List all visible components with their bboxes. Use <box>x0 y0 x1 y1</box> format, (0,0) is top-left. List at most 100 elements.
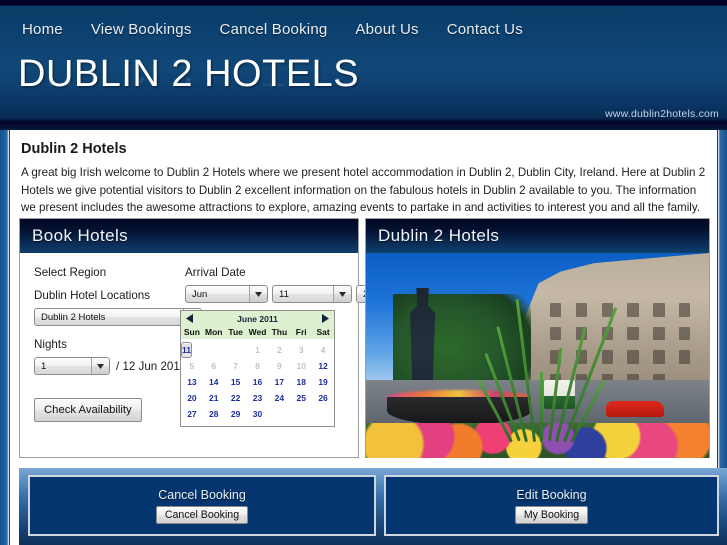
hotel-location-select[interactable]: Dublin 2 Hotels <box>34 308 202 326</box>
calendar-day[interactable]: 19 <box>312 374 334 390</box>
site-logo-reflection: DUBLIN 2 HOTELS <box>18 78 359 94</box>
date-picker-calendar: June 2011 Sun Mon Tue Wed Thu Fri Sat 12345678… <box>180 310 335 427</box>
photo-window <box>679 350 691 364</box>
calendar-day: 3 <box>298 345 304 355</box>
calendar-day-name: Mon <box>205 327 223 337</box>
book-hotels-panel-header: Book Hotels <box>20 219 358 253</box>
photo-window <box>627 303 639 317</box>
calendar-day-grid: 1 2 3 4 5 6 7 8 9 10 11 12 13 14 15 16 17 18 19 20 21 22 23 24 2… <box>181 339 334 426</box>
calendar-day: 7 <box>233 361 238 371</box>
dublin-hotels-image-panel: Dublin 2 Hotels <box>365 218 710 458</box>
intro-paragraph: A great big Irish welcome to Dublin 2 Ho… <box>21 166 706 214</box>
nights-select[interactable]: 1 <box>34 357 110 375</box>
calendar-day-name: Wed <box>248 327 267 337</box>
photo-window <box>653 350 665 364</box>
calendar-day[interactable]: 18 <box>290 374 312 390</box>
photo-window <box>627 326 639 341</box>
site-header: Home View Bookings Cancel Booking About … <box>0 0 727 130</box>
calendar-empty-cell <box>225 342 247 358</box>
calendar-title: June 2011 <box>237 313 278 324</box>
calendar-day[interactable]: 15 <box>225 374 247 390</box>
calendar-day[interactable]: 24 <box>268 390 290 406</box>
photo-window <box>601 350 613 364</box>
arrival-month-select[interactable]: Jun <box>185 285 268 303</box>
page-title: Dublin 2 Hotels <box>21 141 127 157</box>
nav-item-about-us[interactable]: About Us <box>355 21 418 38</box>
nav-item-cancel-booking[interactable]: Cancel Booking <box>220 21 328 38</box>
calendar-day[interactable]: 26 <box>312 390 334 406</box>
calendar-day-name: Fri <box>295 327 307 337</box>
cancel-booking-card-title: Cancel Booking <box>158 487 246 502</box>
arrival-day-value: 11 <box>279 288 289 300</box>
calendar-day[interactable]: 25 <box>290 390 312 406</box>
calendar-day[interactable]: 17 <box>268 374 290 390</box>
calendar-day-selected[interactable]: 11 <box>181 342 192 358</box>
calendar-day: 10 <box>296 361 306 371</box>
photo-window <box>679 303 691 317</box>
image-panel-header: Dublin 2 Hotels <box>366 219 709 253</box>
cancel-booking-button[interactable]: Cancel Booking <box>155 505 249 524</box>
nights-value: 1 <box>41 360 47 372</box>
calendar-day-name: Thu <box>271 327 288 337</box>
photo-window <box>653 303 665 317</box>
calendar-empty-cell <box>203 342 225 358</box>
hotel-location-value: Dublin 2 Hotels <box>41 311 106 323</box>
book-hotels-form: Select Region Dublin Hotel Locations Nig… <box>20 253 402 458</box>
calendar-day[interactable]: 12 <box>312 358 334 374</box>
check-availability-button[interactable]: Check Availability <box>34 398 142 422</box>
calendar-day[interactable]: 13 <box>181 374 203 390</box>
photo-window <box>653 326 665 341</box>
photo-grass-blade <box>540 371 544 442</box>
book-hotels-panel: Book Hotels Select Region Dublin Hotel L… <box>19 218 402 458</box>
calendar-day[interactable]: 16 <box>247 374 269 390</box>
calendar-day[interactable]: 27 <box>181 406 203 422</box>
calendar-day: 4 <box>320 345 326 355</box>
edit-booking-card: Edit Booking My Booking <box>384 475 719 536</box>
calendar-day[interactable]: 20 <box>181 390 203 406</box>
site-logo[interactable]: DUBLIN 2 HOTELS DUBLIN 2 HOTELS <box>18 52 359 114</box>
nav-item-view-bookings[interactable]: View Bookings <box>91 21 192 38</box>
calendar-day: 6 <box>211 361 217 371</box>
chevron-down-icon <box>91 358 109 374</box>
arrival-date-label: Arrival Date <box>185 266 246 279</box>
calendar-day-name: Sat <box>316 327 330 337</box>
hotel-locations-label: Dublin Hotel Locations <box>34 289 151 302</box>
calendar-day[interactable]: 21 <box>203 390 225 406</box>
site-url-text: www.dublin2hotels.com <box>605 108 719 120</box>
select-region-label: Select Region <box>34 266 107 279</box>
calendar-day: 2 <box>276 345 282 355</box>
nav-item-contact-us[interactable]: Contact Us <box>447 21 523 38</box>
triangle-left-icon[interactable] <box>186 314 193 323</box>
photo-window <box>549 303 561 317</box>
photo-flowerbed <box>366 423 709 458</box>
calendar-day-names: Sun Mon Tue Wed Thu Fri Sat <box>181 327 334 339</box>
calendar-day[interactable]: 23 <box>247 390 269 406</box>
calendar-day[interactable]: 14 <box>203 374 225 390</box>
page-body: Dublin 2 Hotels A great big Irish welcom… <box>0 130 727 545</box>
calendar-day[interactable]: 30 <box>247 406 269 422</box>
cancel-booking-card: Cancel Booking Cancel Booking <box>28 475 376 536</box>
bottom-action-bar: Cancel Booking Cancel Booking Edit Booki… <box>19 468 727 545</box>
nav-item-home[interactable]: Home <box>22 21 63 38</box>
calendar-day: 1 <box>255 345 260 355</box>
image-panel-body <box>366 253 709 458</box>
calendar-day[interactable]: 28 <box>203 406 225 422</box>
calendar-day-name: Sun <box>183 327 200 337</box>
calendar-header: June 2011 <box>181 311 334 327</box>
image-panel-title: Dublin 2 Hotels <box>378 226 500 245</box>
calendar-day[interactable]: 22 <box>225 390 247 406</box>
arrival-day-select[interactable]: 11 <box>272 285 352 303</box>
nights-label: Nights <box>34 338 67 351</box>
content-column: Dublin 2 Hotels A great big Irish welcom… <box>9 130 727 545</box>
photo-window <box>549 326 561 341</box>
calendar-day[interactable]: 29 <box>225 406 247 422</box>
calendar-day: 9 <box>276 361 282 371</box>
arrival-month-value: Jun <box>192 288 208 300</box>
photo-window <box>679 326 691 341</box>
edit-booking-card-title: Edit Booking <box>516 487 587 502</box>
main-navigation: Home View Bookings Cancel Booking About … <box>0 12 727 46</box>
chevron-down-icon <box>249 286 267 302</box>
calendar-day: 5 <box>189 361 195 371</box>
my-booking-button[interactable]: My Booking <box>514 505 589 524</box>
triangle-right-icon[interactable] <box>322 314 329 323</box>
